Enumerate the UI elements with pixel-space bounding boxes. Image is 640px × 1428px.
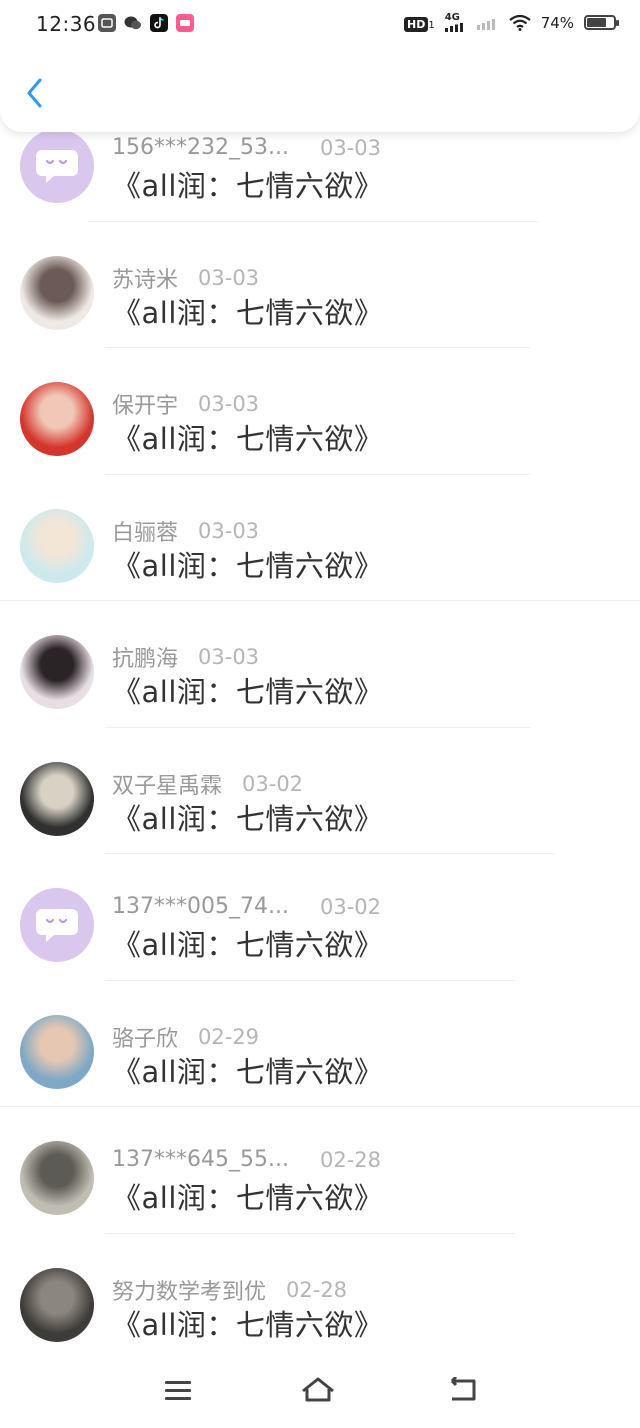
message-list-item[interactable]: 白骊蓉 03-03 《all润：七情六欲》: [0, 475, 640, 601]
hd-badge: HD 1: [404, 14, 435, 32]
system-icons: HD 1 4G 74%: [404, 12, 620, 32]
back-nav-button[interactable]: [444, 1374, 480, 1406]
user-avatar[interactable]: [20, 382, 94, 456]
message-list: 156***232_53... 03-03 《all润：七情六欲》 苏诗米 03-03 《…: [0, 95, 640, 1360]
app-badge-icon: [176, 14, 194, 32]
home-button[interactable]: [300, 1374, 336, 1406]
message-date: 02-28: [286, 1277, 348, 1302]
back-button[interactable]: [18, 76, 52, 110]
notification-icons: [98, 14, 194, 32]
tiktok-icon: [150, 14, 168, 32]
sender-name[interactable]: 156***232_53...: [112, 135, 298, 160]
back-icon: [450, 1377, 476, 1401]
message-text[interactable]: 《all润：七情六欲》: [112, 416, 383, 458]
message-list-item[interactable]: 双子星禹霖 03-02 《all润：七情六欲》: [0, 728, 640, 854]
message-date: 03-02: [320, 894, 382, 919]
message-list-item[interactable]: 保开宇 03-03 《all润：七情六欲》: [0, 348, 640, 475]
message-date: 02-28: [320, 1147, 382, 1172]
message-list-item[interactable]: 抗鹏海 03-03 《all润：七情六欲》: [0, 601, 640, 728]
home-icon: [302, 1377, 334, 1402]
message-text[interactable]: 《all润：七情六欲》: [112, 290, 383, 332]
message-text[interactable]: 《all润：七情六欲》: [112, 922, 383, 964]
message-date: 03-03: [198, 392, 260, 416]
message-list-item[interactable]: 137***005_74... 03-02 《all润：七情六欲》: [0, 854, 640, 981]
app-notification-icon: [98, 14, 116, 32]
user-avatar[interactable]: [20, 1014, 94, 1089]
menu-button[interactable]: [160, 1374, 196, 1406]
message-list-item[interactable]: 努力数学考到优 02-28 《all润：七情六欲》: [0, 1234, 640, 1361]
message-text[interactable]: 《all润：七情六欲》: [112, 543, 383, 585]
user-avatar[interactable]: [20, 508, 94, 583]
user-avatar[interactable]: [20, 1141, 94, 1215]
message-text[interactable]: 《all润：七情六欲》: [112, 796, 383, 838]
user-avatar[interactable]: [20, 1267, 94, 1342]
message-date: 03-03: [198, 645, 260, 669]
chat-bubble-icon: [36, 909, 78, 942]
signal-4g-icon: 4G: [444, 12, 467, 32]
default-avatar[interactable]: [20, 888, 94, 962]
message-date: 03-02: [242, 771, 304, 796]
sender-name[interactable]: 137***005_74...: [112, 894, 298, 919]
message-list-item[interactable]: 137***645_55... 02-28 《all润：七情六欲》: [0, 1107, 640, 1234]
signal-weak-icon: [476, 18, 495, 30]
message-date: 02-29: [198, 1024, 260, 1049]
message-meta: 156***232_53... 03-03: [112, 135, 381, 160]
battery-percent: 74%: [540, 13, 575, 32]
default-avatar[interactable]: [20, 129, 94, 203]
battery-icon: [584, 15, 620, 30]
user-avatar[interactable]: [20, 255, 94, 330]
message-list-item[interactable]: 骆子欣 02-29 《all润：七情六欲》: [0, 981, 640, 1107]
user-avatar[interactable]: [20, 635, 94, 709]
wechat-icon: [124, 14, 142, 32]
message-date: 03-03: [320, 135, 382, 160]
sender-name[interactable]: 137***645_55...: [112, 1147, 298, 1172]
message-text[interactable]: 《all润：七情六欲》: [112, 669, 383, 711]
message-text[interactable]: 《all润：七情六欲》: [112, 1175, 383, 1217]
signal-label: 4G: [444, 12, 460, 23]
chevron-left-icon: [27, 78, 42, 108]
message-date: 03-03: [198, 265, 260, 290]
wifi-icon: [509, 14, 531, 31]
message-date: 03-03: [198, 518, 260, 543]
user-avatar[interactable]: [20, 761, 94, 836]
bottom-navigation: [0, 1350, 640, 1428]
message-list-item[interactable]: 苏诗米 03-03 《all润：七情六欲》: [0, 222, 640, 348]
message-text[interactable]: 《all润：七情六欲》: [112, 1049, 383, 1091]
top-nav-bar: [0, 50, 640, 132]
menu-icon: [165, 1381, 191, 1400]
status-bar: 12:36 HD 1 4G 74%: [0, 0, 640, 50]
message-meta: 137***645_55... 02-28: [112, 1147, 381, 1172]
message-text[interactable]: 《all润：七情六欲》: [112, 163, 383, 205]
status-time: 12:36: [36, 12, 97, 36]
message-meta: 137***005_74... 03-02: [112, 894, 381, 919]
chat-bubble-icon: [36, 150, 78, 183]
message-text[interactable]: 《all润：七情六欲》: [112, 1302, 383, 1344]
